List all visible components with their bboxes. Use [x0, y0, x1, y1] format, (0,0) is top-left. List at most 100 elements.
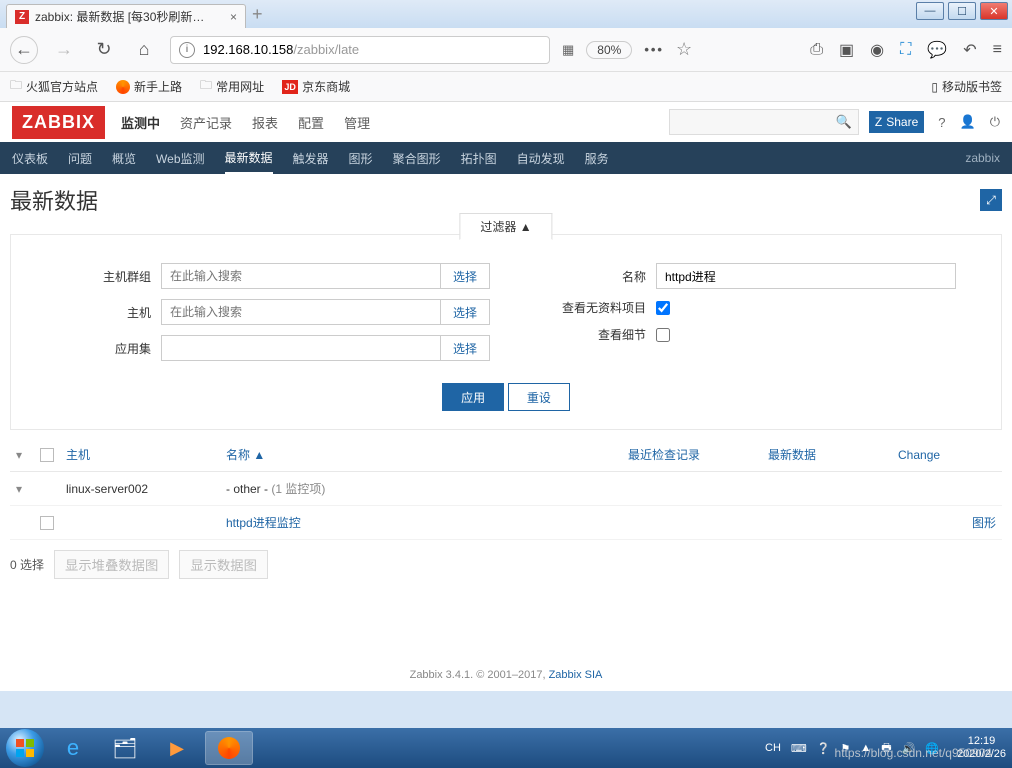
taskbar-media-icon[interactable]: ▶ — [154, 732, 200, 764]
submenu-web[interactable]: Web监测 — [156, 150, 204, 167]
qr-icon[interactable]: ▦ — [562, 42, 574, 58]
submenu-latest-data[interactable]: 最新数据 — [225, 141, 273, 175]
user-icon[interactable]: 👤 — [960, 114, 976, 130]
bookmark-star-icon[interactable]: ☆ — [676, 39, 692, 60]
stacked-graph-button: 显示堆叠数据图 — [54, 550, 169, 579]
submenu-discovery[interactable]: 自动发现 — [517, 150, 565, 167]
menu-inventory[interactable]: 资产记录 — [180, 113, 232, 132]
menu-config[interactable]: 配置 — [298, 113, 324, 132]
home-button[interactable]: ⌂ — [130, 36, 158, 64]
tray-help-icon[interactable]: ❔ — [817, 742, 831, 755]
page-actions-icon[interactable]: ••• — [644, 42, 664, 57]
taskbar-ie-icon[interactable]: e — [50, 732, 96, 764]
selected-count: 0 选择 — [10, 556, 44, 573]
submenu-screens[interactable]: 聚合图形 — [393, 150, 441, 167]
name-label: 名称 — [506, 268, 646, 285]
bookmark-item[interactable]: JD京东商城 — [282, 78, 350, 95]
submenu-graphs[interactable]: 图形 — [349, 150, 373, 167]
minimize-button[interactable]: — — [916, 2, 944, 20]
mobile-bookmarks[interactable]: ▯移动版书签 — [931, 78, 1002, 95]
url-bar[interactable]: i 192.168.10.158 /zabbix/late — [170, 36, 550, 64]
submenu-host-link[interactable]: zabbix — [965, 151, 1000, 165]
submenu-services[interactable]: 服务 — [585, 150, 609, 167]
zoom-indicator[interactable]: 80% — [586, 41, 632, 59]
data-table: ▾ 主机 名称 ▲ 最近检查记录 最新数据 Change ▾ linux-ser… — [10, 438, 1002, 540]
account-icon[interactable]: ◉ — [870, 40, 884, 60]
ime-indicator[interactable]: CH — [765, 742, 781, 754]
row-checkbox[interactable] — [40, 516, 54, 530]
page-title: 最新数据 — [10, 184, 98, 216]
logout-icon[interactable]: ⏻ — [990, 114, 1000, 130]
col-name[interactable]: 名称 ▲ — [220, 438, 622, 472]
chat-icon[interactable]: 💬 — [927, 40, 947, 60]
collapse-row-icon[interactable]: ▾ — [16, 482, 22, 496]
reset-button[interactable]: 重设 — [508, 383, 570, 411]
graph-link[interactable]: 图形 — [972, 516, 996, 530]
apply-button[interactable]: 应用 — [442, 383, 504, 411]
mobile-icon: ▯ — [931, 80, 938, 94]
col-host[interactable]: 主机 — [60, 438, 220, 472]
sidebar-icon[interactable]: ▣ — [839, 40, 854, 60]
menu-reports[interactable]: 报表 — [252, 113, 278, 132]
folder-icon: 🗀 — [200, 76, 212, 97]
tab-title: zabbix: 最新数据 [每30秒刷新… — [35, 8, 204, 25]
col-change[interactable]: Change — [892, 438, 1002, 472]
browser-tab[interactable]: Z zabbix: 最新数据 [每30秒刷新… × — [6, 4, 246, 28]
zabbix-footer: Zabbix 3.4.1. © 2001–2017, Zabbix SIA — [0, 669, 1012, 681]
filter-toggle[interactable]: 过滤器 ▲ — [459, 213, 552, 240]
host-group-label: 主机群组 — [51, 268, 151, 285]
fullscreen-icon[interactable]: ⤢ — [980, 189, 1002, 211]
close-tab-icon[interactable]: × — [230, 10, 237, 24]
host-group-select-button[interactable]: 选择 — [440, 263, 490, 289]
library-icon[interactable]: ⎙ — [810, 41, 823, 59]
bookmark-item[interactable]: 🗀火狐官方站点 — [10, 76, 98, 97]
cell-count: (1 监控项) — [271, 482, 325, 496]
url-host: 192.168.10.158 — [203, 42, 293, 57]
host-select-button[interactable]: 选择 — [440, 299, 490, 325]
taskbar-explorer-icon[interactable]: 🗂 — [102, 732, 148, 764]
app-select-button[interactable]: 选择 — [440, 335, 490, 361]
forward-button[interactable]: → — [50, 36, 78, 64]
global-search[interactable]: 🔍 — [669, 109, 859, 135]
browser-toolbar: ← → ↻ ⌂ i 192.168.10.158 /zabbix/late ▦ … — [0, 28, 1012, 72]
menu-icon[interactable]: ≡ — [993, 41, 1002, 59]
col-lastcheck[interactable]: 最近检查记录 — [622, 438, 762, 472]
submenu-dashboard[interactable]: 仪表板 — [12, 150, 48, 167]
start-button[interactable] — [6, 729, 44, 767]
screenshot-icon[interactable]: ⛶ — [900, 41, 911, 59]
maximize-button[interactable]: ☐ — [948, 2, 976, 20]
empty-checkbox[interactable] — [656, 301, 670, 315]
menu-monitoring[interactable]: 监测中 — [121, 113, 160, 132]
help-icon[interactable]: ? — [938, 115, 945, 130]
submenu-overview[interactable]: 概览 — [112, 150, 136, 167]
bookmark-item[interactable]: 🗀常用网址 — [200, 76, 264, 97]
name-input[interactable] — [656, 263, 956, 289]
back-button[interactable]: ← — [10, 36, 38, 64]
reload-button[interactable]: ↻ — [90, 36, 118, 64]
col-latest[interactable]: 最新数据 — [762, 438, 892, 472]
host-input[interactable] — [161, 299, 441, 325]
submenu-triggers[interactable]: 触发器 — [293, 150, 329, 167]
cell-app: - other - — [226, 482, 268, 496]
zabbix-logo[interactable]: ZABBIX — [12, 106, 105, 139]
host-group-input[interactable] — [161, 263, 441, 289]
item-link[interactable]: httpd进程监控 — [226, 516, 301, 530]
host-label: 主机 — [51, 304, 151, 321]
collapse-all-icon[interactable]: ▾ — [16, 448, 22, 462]
submenu-problems[interactable]: 问题 — [68, 150, 92, 167]
share-button[interactable]: ZShare — [869, 111, 924, 133]
zabbix-sia-link[interactable]: Zabbix SIA — [549, 669, 603, 681]
site-info-icon[interactable]: i — [179, 42, 195, 58]
footer-actions: 0 选择 显示堆叠数据图 显示数据图 — [10, 540, 1002, 589]
tray-keyboard-icon[interactable]: ⌨ — [791, 742, 807, 755]
undo-icon[interactable]: ↶ — [963, 40, 976, 60]
submenu-maps[interactable]: 拓扑图 — [461, 150, 497, 167]
taskbar-firefox-icon[interactable] — [206, 732, 252, 764]
detail-checkbox[interactable] — [656, 328, 670, 342]
select-all-checkbox[interactable] — [40, 448, 54, 462]
app-input[interactable] — [161, 335, 441, 361]
bookmark-item[interactable]: 新手上路 — [116, 78, 182, 95]
close-window-button[interactable]: ✕ — [980, 2, 1008, 20]
menu-admin[interactable]: 管理 — [344, 113, 370, 132]
new-tab-button[interactable]: + — [252, 4, 263, 25]
